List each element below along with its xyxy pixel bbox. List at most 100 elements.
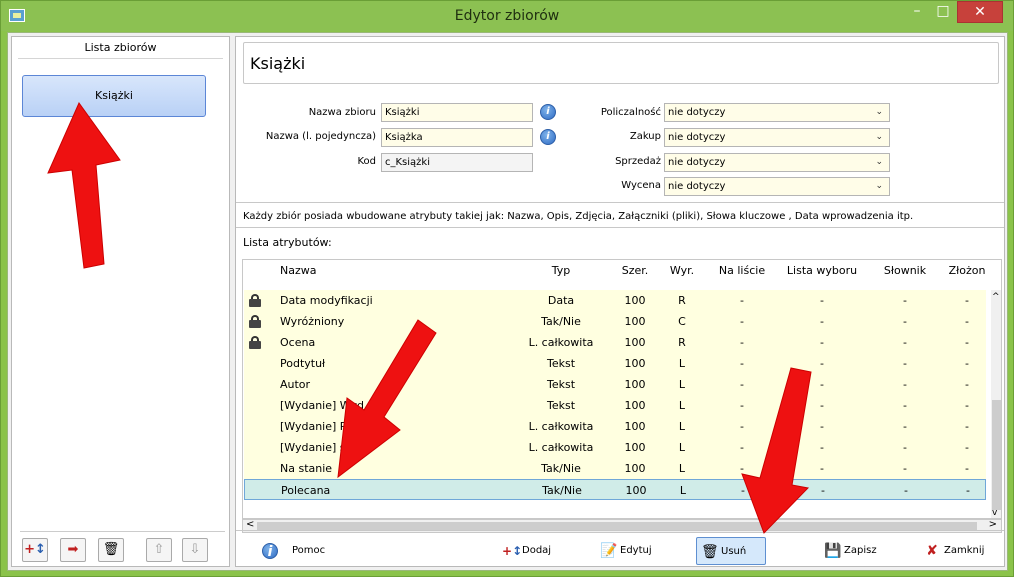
cell-name: Ocena <box>280 336 316 349</box>
chevron-down-icon: ⌄ <box>875 181 883 191</box>
close-button[interactable]: ✘ Zamknij <box>920 537 1000 565</box>
table-row[interactable]: Podtytuł Tekst 100 L - - - - <box>244 353 986 374</box>
column-header[interactable]: Złożon <box>942 260 992 281</box>
save-button[interactable]: 💾 Zapisz <box>820 537 890 565</box>
cell-dict: - <box>903 336 907 349</box>
app-window: Edytor zbiorów – □ ✕ Lista zbiorów Książ… <box>0 0 1014 577</box>
table-row[interactable]: [Wydanie] Wyd Tekst 100 L - - - - <box>244 395 986 416</box>
sets-list-panel: Lista zbiorów Książki +↕ ➡ 🗑 ⇧ ⇩ <box>11 36 230 567</box>
cell-name: [Wydanie] Wyd <box>280 399 364 412</box>
cell-complex: - <box>965 399 969 412</box>
minimize-button[interactable]: – <box>904 1 930 23</box>
table-row[interactable]: Na stanie Tak/Nie 100 L - - - - <box>244 458 986 479</box>
maximize-button[interactable]: □ <box>930 1 956 23</box>
import-set-button[interactable]: ➡ <box>60 538 86 562</box>
close-window-button[interactable]: ✕ <box>957 1 1003 23</box>
column-header[interactable]: Słownik <box>870 260 940 281</box>
table-row[interactable]: Ocena L. całkowita 100 R - - - - <box>244 332 986 353</box>
cell-onlist: - <box>741 484 745 497</box>
cell-type: Tekst <box>546 378 576 391</box>
cell-align: R <box>678 294 686 307</box>
cell-complex: - <box>965 315 969 328</box>
title-bar: Edytor zbiorów – □ ✕ <box>1 1 1013 31</box>
table-row[interactable]: [Wydanie] stron L. całkowita 100 L - - - - <box>244 437 986 458</box>
scroll-thumb[interactable] <box>992 400 1001 510</box>
column-header[interactable]: Lista wyboru <box>774 260 870 281</box>
vertical-scrollbar[interactable]: ^ v <box>991 290 1001 518</box>
cell-width: 100 <box>624 462 646 475</box>
column-header[interactable]: Typ <box>506 260 616 281</box>
cell-name: [Wydanie] Ro <box>280 420 354 433</box>
table-header-row: Nazwa Typ Szer. Wyr. Na liście Lista wyboru Sł… <box>244 260 986 281</box>
info-icon[interactable]: i <box>540 104 556 120</box>
info-icon[interactable]: i <box>540 129 556 145</box>
column-header[interactable]: Szer. <box>610 260 660 281</box>
attributes-table: Nazwa Typ Szer. Wyr. Na liście Lista wyboru Sł… <box>242 259 1002 519</box>
singular-name-field[interactable]: Książka <box>381 128 533 147</box>
scroll-up-icon[interactable]: ^ <box>992 292 1000 302</box>
cell-align: L <box>678 441 686 454</box>
name-label: Nazwa zbioru <box>308 107 376 118</box>
move-down-button[interactable]: ⇩ <box>182 538 208 562</box>
purchase-select[interactable]: nie dotyczy ⌄ <box>664 128 890 147</box>
column-header[interactable]: Na liście <box>710 260 774 281</box>
delete-attribute-button[interactable]: 🗑 Usuń <box>696 537 766 565</box>
valuation-select[interactable]: nie dotyczy ⌄ <box>664 177 890 196</box>
column-header[interactable]: Wyr. <box>660 260 704 281</box>
cell-onlist: - <box>740 315 744 328</box>
cell-type: Tekst <box>546 399 576 412</box>
scroll-right-icon[interactable]: > <box>989 519 997 530</box>
attributes-list-label: Lista atrybutów: <box>243 236 332 249</box>
cell-type: Tak/Nie <box>541 315 581 328</box>
set-title: Książki <box>243 42 999 84</box>
cell-complex: - <box>965 420 969 433</box>
add-label: Dodaj <box>522 545 552 556</box>
help-button[interactable]: i Pomoc <box>258 537 348 565</box>
cell-onlist: - <box>740 420 744 433</box>
add-set-button[interactable]: +↕ <box>22 538 48 562</box>
table-row[interactable]: Autor Tekst 100 L - - - - <box>244 374 986 395</box>
purchase-label: Zakup <box>629 131 661 142</box>
table-row-selected[interactable]: Polecana Tak/Nie 100 L - - - - <box>244 479 986 500</box>
import-icon: ➡ <box>67 542 79 557</box>
table-row[interactable]: Data modyfikacji Data 100 R - - - - <box>244 290 986 311</box>
edit-attribute-button[interactable]: 📝 Edytuj <box>596 537 666 565</box>
edit-icon: 📝 <box>600 543 618 559</box>
cell-choice: - <box>820 420 824 433</box>
cell-complex: - <box>965 336 969 349</box>
cell-onlist: - <box>740 294 744 307</box>
chevron-down-icon: ⌄ <box>875 157 883 167</box>
lock-icon <box>249 315 261 328</box>
cell-name: Wyróżniony <box>280 315 345 328</box>
cell-complex: - <box>965 357 969 370</box>
cell-choice: - <box>820 399 824 412</box>
move-up-button[interactable]: ⇧ <box>146 538 172 562</box>
sale-value: nie dotyczy <box>668 157 726 168</box>
scroll-left-icon[interactable]: < <box>246 519 254 530</box>
cell-complex: - <box>965 294 969 307</box>
table-row[interactable]: Wyróżniony Tak/Nie 100 C - - - - <box>244 311 986 332</box>
set-item-ksiazki[interactable]: Książki <box>22 75 206 117</box>
countability-select[interactable]: nie dotyczy ⌄ <box>664 103 890 122</box>
add-attribute-button[interactable]: +↕ Dodaj <box>498 537 568 565</box>
table-row[interactable]: [Wydanie] Ro L. całkowita 100 L - - - - <box>244 416 986 437</box>
cell-dict: - <box>903 294 907 307</box>
cell-onlist: - <box>740 336 744 349</box>
singular-name-label: Nazwa (l. pojedyncza) <box>265 131 376 142</box>
cell-onlist: - <box>740 462 744 475</box>
delete-set-button[interactable]: 🗑 <box>98 538 124 562</box>
column-header[interactable]: Nazwa <box>280 260 510 281</box>
code-field[interactable]: c_Książki <box>381 153 533 172</box>
countability-label: Policzalność <box>600 107 661 118</box>
add-icon: +↕ <box>502 544 523 558</box>
cell-dict: - <box>903 462 907 475</box>
cell-width: 100 <box>624 420 646 433</box>
cell-align: C <box>678 315 686 328</box>
name-field[interactable]: Książki <box>381 103 533 122</box>
edit-label: Edytuj <box>620 545 652 556</box>
cell-name: Autor <box>280 378 311 391</box>
cell-dict: - <box>903 357 907 370</box>
chevron-down-icon: ⌄ <box>875 107 883 117</box>
scroll-down-icon[interactable]: v <box>992 508 997 518</box>
sale-select[interactable]: nie dotyczy ⌄ <box>664 153 890 172</box>
